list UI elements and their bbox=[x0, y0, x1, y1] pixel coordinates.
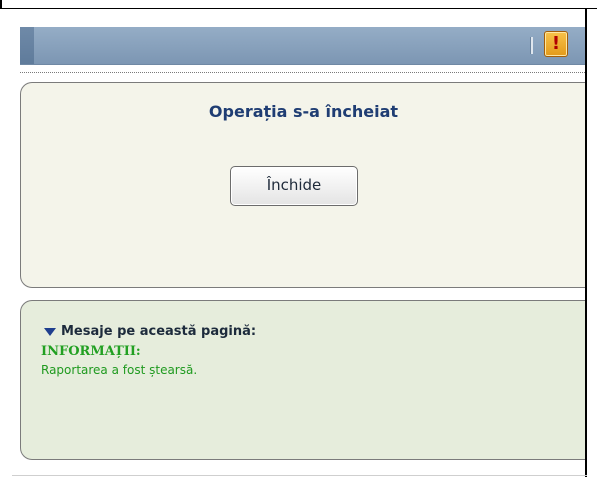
messages-heading: Mesaje pe această pagină: bbox=[61, 324, 257, 339]
message-category: INFORMAȚII: bbox=[41, 344, 141, 359]
messages-toggle[interactable]: Mesaje pe această pagină: bbox=[44, 324, 256, 339]
header-left-cap bbox=[20, 27, 34, 64]
operation-panel: Operația s-a încheiat Închide bbox=[20, 82, 585, 288]
top-border bbox=[0, 8, 597, 9]
dotted-divider bbox=[20, 72, 585, 73]
messages-panel: Mesaje pe această pagină: INFORMAȚII: Ra… bbox=[20, 300, 585, 460]
right-border bbox=[585, 9, 587, 477]
exclamation-icon[interactable]: ! bbox=[544, 31, 568, 57]
header-separator bbox=[530, 37, 533, 54]
close-button[interactable]: Închide bbox=[230, 166, 358, 206]
message-text: Raportarea a fost ștearsă. bbox=[41, 363, 198, 377]
header-bar: ! bbox=[20, 27, 585, 65]
bottom-border bbox=[12, 475, 587, 476]
triangle-down-icon bbox=[44, 327, 56, 336]
window-frame: ! Operația s-a încheiat Închide Mesaje p… bbox=[0, 0, 597, 477]
operation-title: Operația s-a încheiat bbox=[208, 102, 399, 121]
